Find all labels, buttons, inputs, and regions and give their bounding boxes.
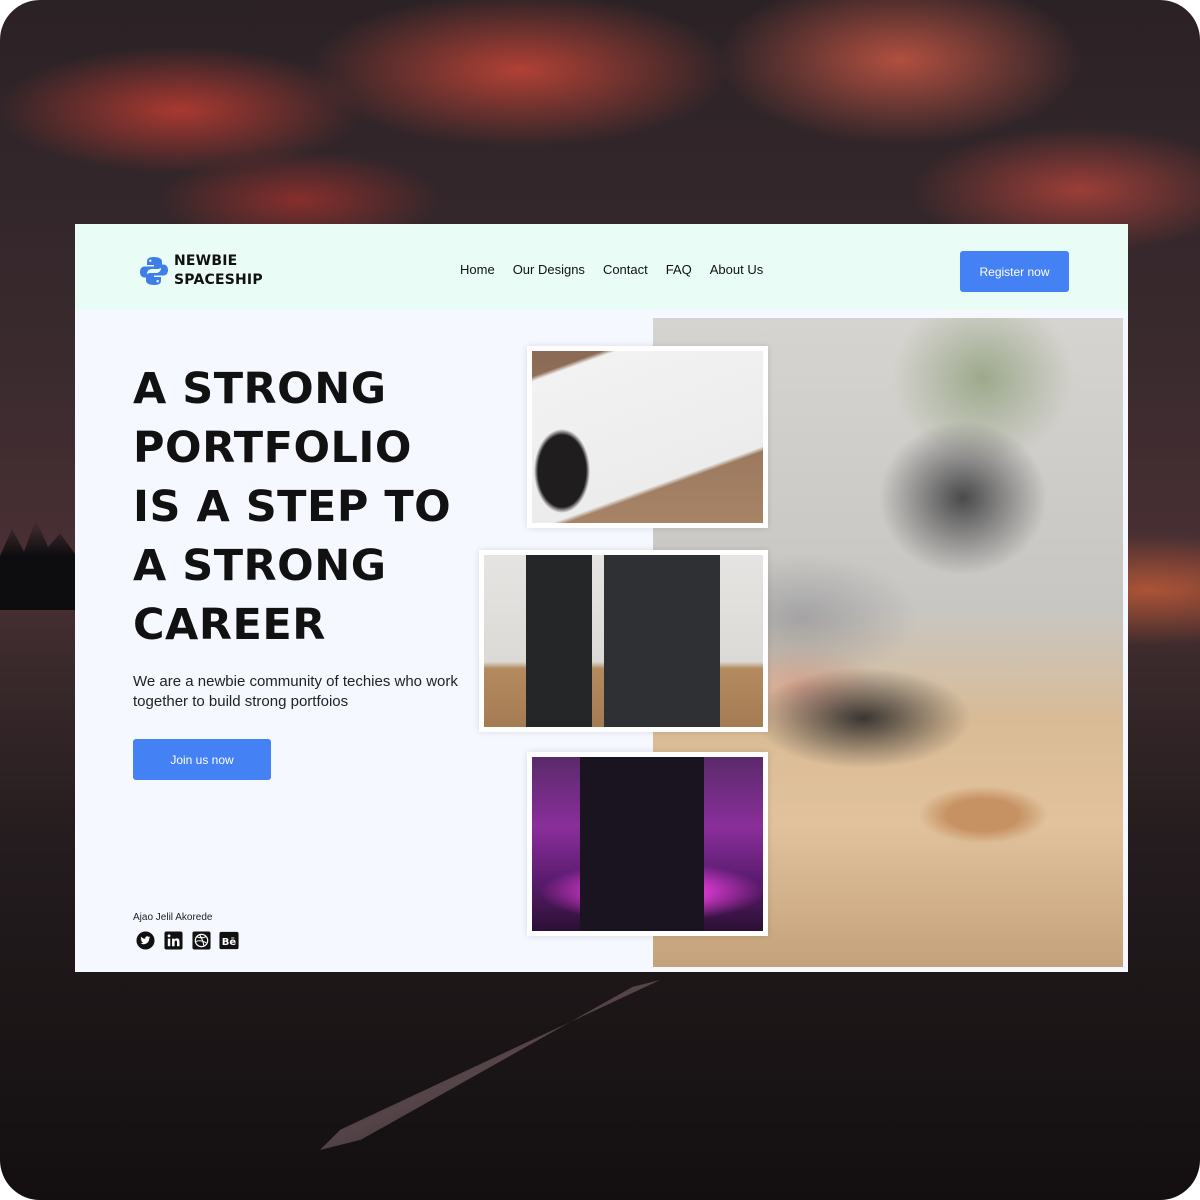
logo-text: NEWBIE SPACESHIP xyxy=(174,252,263,290)
navbar: NEWBIE SPACESHIP Home Our Designs Contac… xyxy=(75,224,1128,310)
hero-subtitle: We are a newbie community of techies who… xyxy=(133,673,458,710)
treeline xyxy=(0,520,80,610)
nav-home[interactable]: Home xyxy=(460,262,495,277)
social-links: Bē xyxy=(135,930,239,950)
photo-purple-desk-setup xyxy=(527,752,768,936)
twitter-icon[interactable] xyxy=(135,930,155,950)
photo-wireframe-sketch xyxy=(527,346,768,528)
photo-wireframe-sketch-image xyxy=(532,351,763,523)
hero-title-line-2: PORTFOLIO xyxy=(133,423,412,473)
nav-links: Home Our Designs Contact FAQ About Us xyxy=(460,262,763,277)
join-us-button[interactable]: Join us now xyxy=(133,739,271,780)
hero-title-line-4: A STRONG xyxy=(133,541,387,591)
background-photo: NEWBIE SPACESHIP Home Our Designs Contac… xyxy=(0,0,1200,1200)
hero-title-line-3: IS A STEP TO xyxy=(133,482,452,532)
boat-wake xyxy=(320,980,660,1150)
logo-line-1: NEWBIE xyxy=(174,253,238,269)
landing-page-mockup: NEWBIE SPACESHIP Home Our Designs Contac… xyxy=(75,224,1128,972)
photo-dual-monitors-image xyxy=(484,555,763,727)
photo-purple-desk-setup-image xyxy=(532,757,763,931)
photo-dual-monitors xyxy=(479,550,768,732)
register-button[interactable]: Register now xyxy=(960,251,1069,292)
author-name: Ajao Jelil Akorede xyxy=(133,912,213,923)
nav-contact[interactable]: Contact xyxy=(603,262,648,277)
nav-our-designs[interactable]: Our Designs xyxy=(513,262,585,277)
python-icon xyxy=(140,257,168,285)
hero-title-line-5: CAREER xyxy=(133,600,326,650)
logo-line-2: SPACESHIP xyxy=(174,272,263,288)
logo[interactable]: NEWBIE SPACESHIP xyxy=(137,252,263,290)
behance-icon[interactable]: Bē xyxy=(219,930,239,950)
hero-title: A STRONG PORTFOLIO IS A STEP TO A STRONG… xyxy=(133,360,513,655)
linkedin-icon[interactable] xyxy=(163,930,183,950)
nav-faq[interactable]: FAQ xyxy=(666,262,692,277)
nav-about-us[interactable]: About Us xyxy=(710,262,763,277)
svg-text:Bē: Bē xyxy=(222,937,237,948)
dribbble-icon[interactable] xyxy=(191,930,211,950)
hero-title-line-1: A STRONG xyxy=(133,364,387,414)
